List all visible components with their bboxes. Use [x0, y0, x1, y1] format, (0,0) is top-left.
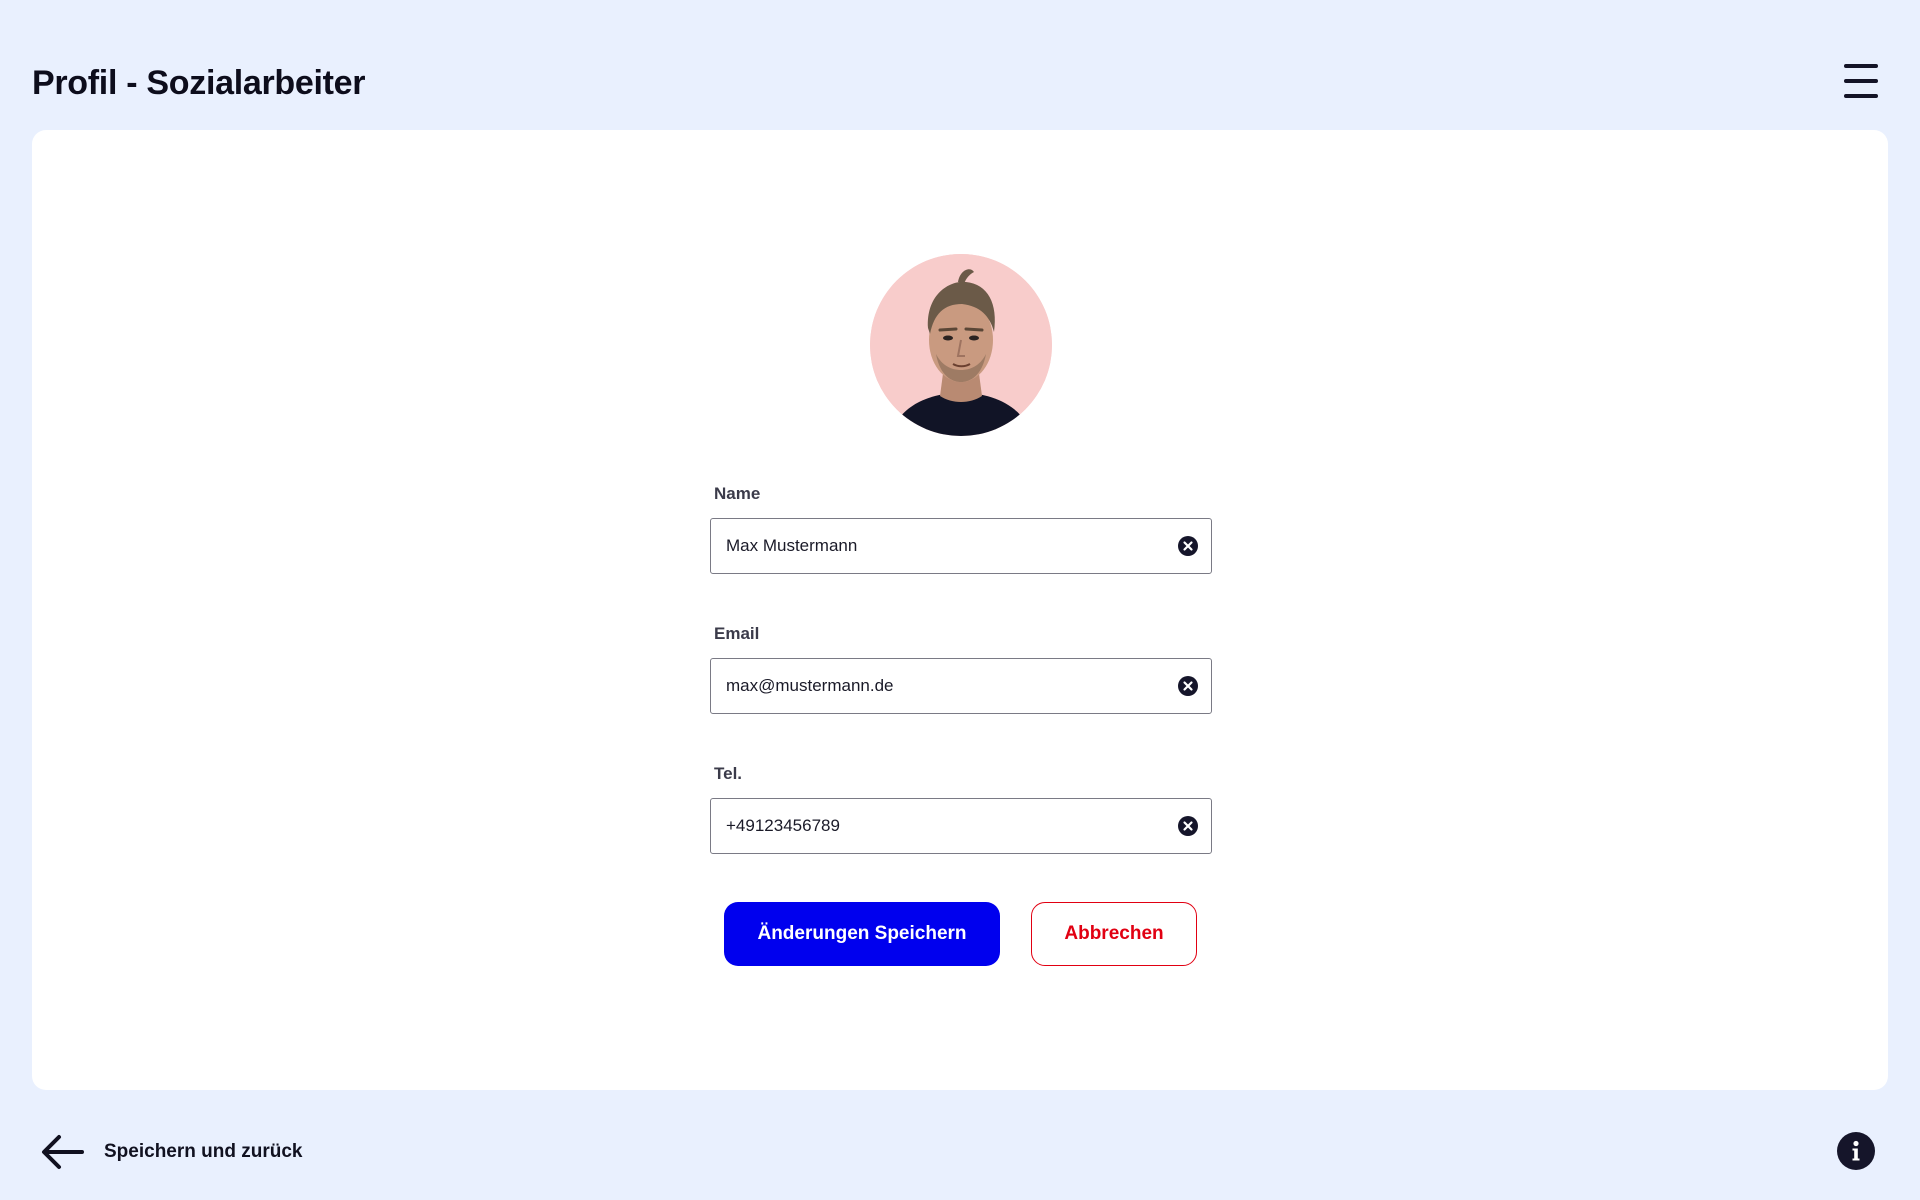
- name-field-group: Name: [710, 484, 1212, 574]
- profile-avatar[interactable]: [870, 254, 1052, 436]
- page-title: Profil - Sozialarbeiter: [32, 64, 366, 102]
- phone-field-group: Tel.: [710, 764, 1212, 854]
- footer-bar: Speichern und zurück: [0, 1100, 1920, 1200]
- phone-label: Tel.: [714, 764, 743, 783]
- avatar-photo: [870, 254, 1052, 436]
- menu-line: [1844, 79, 1878, 83]
- header-bar: Profil - Sozialarbeiter: [0, 0, 1920, 130]
- name-label: Name: [714, 484, 761, 503]
- arrow-left-icon: [40, 1132, 84, 1172]
- name-input-box: [710, 518, 1212, 574]
- email-input-box: [710, 658, 1212, 714]
- profile-card: Name Email Tel. Änderungen Speichern Abb…: [32, 130, 1888, 1090]
- phone-input[interactable]: [711, 799, 1141, 852]
- email-label: Email: [714, 624, 760, 643]
- save-and-back-link[interactable]: Speichern und zurück: [40, 1130, 302, 1174]
- save-changes-button[interactable]: Änderungen Speichern: [724, 902, 1000, 966]
- info-icon[interactable]: [1837, 1132, 1875, 1170]
- phone-input-box: [710, 798, 1212, 854]
- menu-line: [1844, 64, 1878, 68]
- clear-name-icon[interactable]: [1178, 536, 1198, 556]
- cancel-button[interactable]: Abbrechen: [1031, 902, 1197, 966]
- hamburger-menu-icon[interactable]: [1844, 64, 1882, 98]
- clear-phone-icon[interactable]: [1178, 816, 1198, 836]
- email-input[interactable]: [711, 659, 1141, 712]
- clear-email-icon[interactable]: [1178, 676, 1198, 696]
- menu-line: [1844, 94, 1878, 98]
- save-and-back-label: Speichern und zurück: [104, 1141, 303, 1162]
- email-field-group: Email: [710, 624, 1212, 714]
- name-input[interactable]: [711, 519, 1141, 572]
